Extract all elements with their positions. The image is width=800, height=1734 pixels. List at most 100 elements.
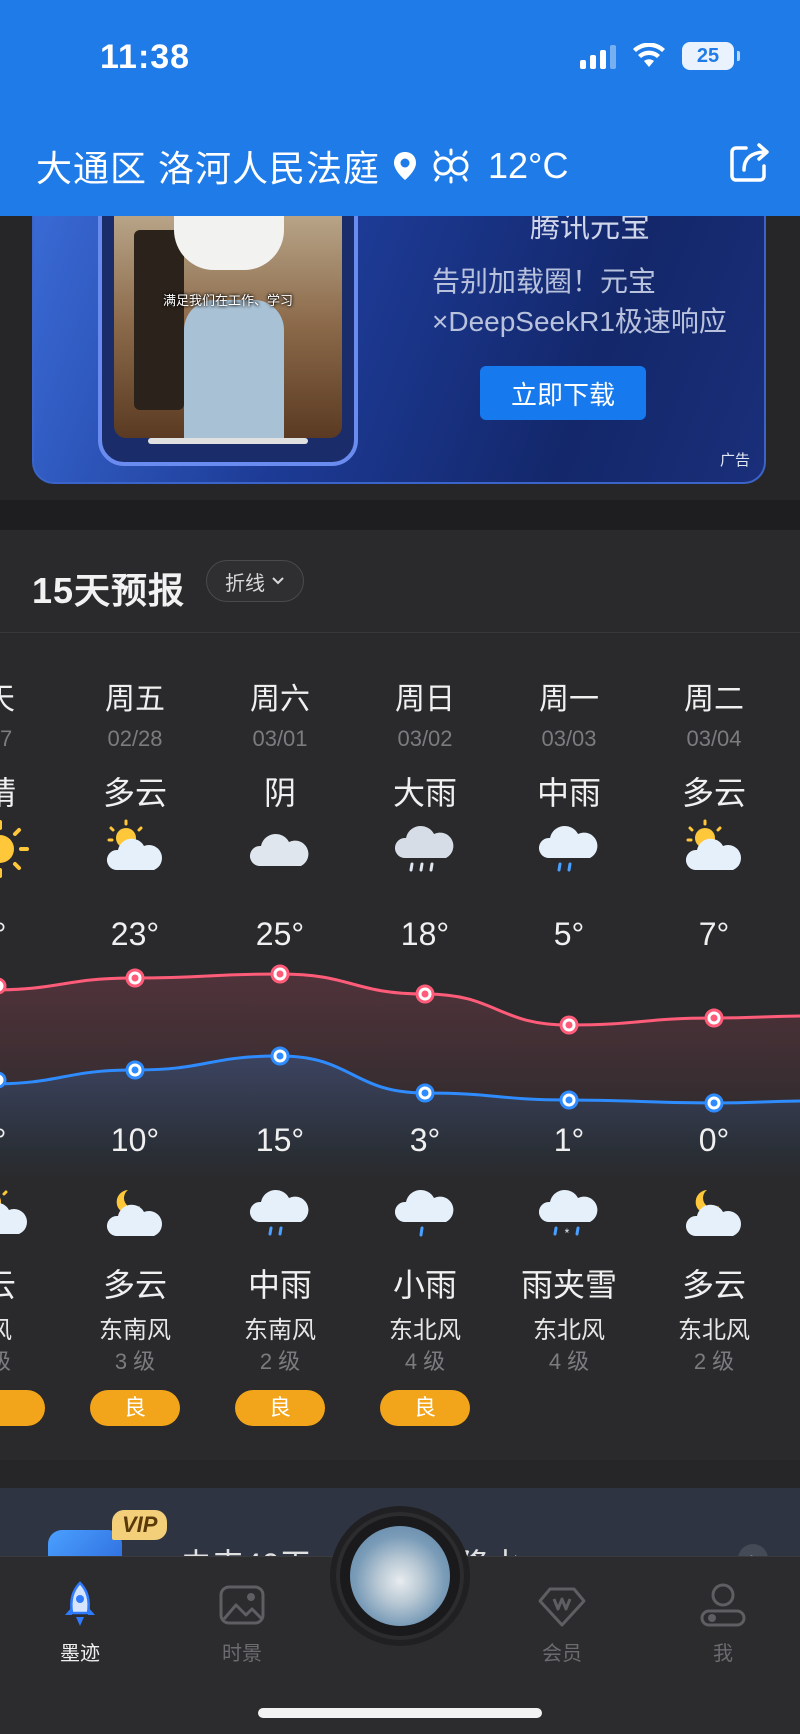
vip-badge: VIP	[112, 1510, 168, 1540]
forecast-section: 15天预报 折线 天 27 晴 ° °	[0, 530, 800, 1460]
ad-banner[interactable]: 满足我们在工作、学习 腾讯元宝 告别加载圈！元宝 ×DeepSeekR1极速响应…	[32, 196, 766, 484]
wind-direction: 东北风	[389, 1317, 461, 1344]
day-condition: 晴	[0, 768, 65, 814]
date: 02/28	[107, 726, 163, 751]
high-temp: 25°	[255, 916, 305, 952]
low-temp: 3°	[409, 1122, 441, 1158]
location-bar[interactable]: 大通区 洛河人民法庭 12°C	[36, 140, 568, 192]
ad-description: 告别加载圈！元宝 ×DeepSeekR1极速响应	[432, 266, 727, 337]
date: 03/01	[252, 726, 308, 751]
ad-video-thumbnail[interactable]: 满足我们在工作、学习	[98, 196, 358, 466]
aqi-badge[interactable]: 良	[380, 1390, 470, 1426]
aqi-badge[interactable]	[0, 1390, 45, 1426]
sky-thumbnail-icon	[350, 1526, 450, 1626]
vip-diamond-icon	[538, 1587, 586, 1627]
weekday: 周六	[250, 683, 310, 716]
tab-me[interactable]: 我	[673, 1579, 773, 1666]
partly-cloudy-icon	[106, 819, 162, 870]
aqi-badge[interactable]: 良	[90, 1390, 180, 1426]
day-condition: 大雨	[392, 775, 457, 811]
wind-level: 2 级	[693, 1349, 735, 1374]
weekday: 周五	[105, 683, 165, 716]
cloudy-icon	[249, 833, 309, 866]
aqi-badge[interactable]: 良	[235, 1390, 325, 1426]
svg-text:*: *	[565, 1226, 570, 1240]
partly-cloudy-night-icon	[106, 1190, 162, 1236]
weekday: 天	[0, 674, 65, 718]
weather-app-screen: 11:38 25 大通区 洛河人民法庭 12°C 满足我们在工作、学习 腾讯元宝…	[0, 0, 800, 1734]
night-condition: 多云	[681, 1267, 746, 1303]
day-condition: 多云	[102, 775, 167, 811]
date: 03/02	[397, 726, 453, 751]
day-condition: 中雨	[536, 775, 601, 811]
high-temp: 23°	[110, 916, 160, 952]
hazy-sun-icon	[433, 148, 469, 184]
tab-scenery[interactable]: 时景	[192, 1579, 292, 1666]
battery-icon: 25	[682, 42, 740, 70]
share-icon[interactable]	[728, 140, 772, 184]
wind-direction: 东北风	[678, 1317, 750, 1344]
high-temp: °	[0, 916, 65, 953]
forecast-day[interactable]: 周一 03/03 中雨 5° 1° * 雨夹雪 东北风 4 级	[504, 530, 634, 1460]
profile-icon	[700, 1583, 746, 1627]
night-condition: 云	[0, 1260, 65, 1306]
low-temp: 1°	[553, 1122, 585, 1158]
sleet-icon: *	[538, 1189, 598, 1240]
tab-moji[interactable]: 墨迹	[30, 1579, 130, 1666]
high-temp: 18°	[400, 916, 450, 952]
status-icons: 25	[580, 42, 740, 70]
high-temp: 5°	[553, 916, 585, 952]
wind-level: 3 级	[114, 1349, 156, 1374]
day-condition: 阴	[263, 775, 296, 811]
status-time: 11:38	[100, 38, 191, 76]
forecast-day[interactable]: 周二 03/04 多云 7° 0° 多云 东北风 2 级	[649, 530, 779, 1460]
wind-level: 4 级	[404, 1349, 446, 1374]
high-temp: 7°	[698, 916, 730, 952]
low-temp: 0°	[698, 1122, 730, 1158]
heavy-rain-icon	[394, 825, 454, 872]
home-indicator	[258, 1708, 542, 1718]
rain-icon	[249, 1189, 309, 1236]
top-header: 11:38 25 大通区 洛河人民法庭 12°C	[0, 0, 800, 216]
forecast-day[interactable]: 周六 03/01 阴 25° 15° 中雨 东南风 2 级 良	[215, 530, 345, 1460]
date: 27	[0, 726, 13, 751]
low-temp: 10°	[110, 1122, 160, 1158]
ad-tag: 广告	[719, 452, 750, 469]
day-condition: 多云	[681, 775, 746, 811]
night-condition: 小雨	[392, 1267, 457, 1303]
wind-level: 2 级	[259, 1349, 301, 1374]
cellular-signal-icon	[580, 43, 616, 69]
ad-video-progress	[148, 438, 308, 444]
forecast-day[interactable]: 周五 02/28 多云 23° 10° 多云 东南风 3 级 良	[70, 530, 200, 1460]
ad-video-caption: 满足我们在工作、学习	[162, 293, 293, 308]
current-temperature: 12°C	[488, 145, 569, 186]
rain-icon	[538, 825, 598, 872]
weekday: 周日	[395, 683, 455, 716]
wind-direction: 风	[0, 1310, 65, 1345]
night-condition: 中雨	[247, 1267, 312, 1303]
download-button[interactable]: 立即下载	[480, 366, 646, 420]
weekday: 周一	[539, 683, 599, 716]
light-rain-icon	[394, 1189, 454, 1237]
wind-direction: 东南风	[99, 1317, 171, 1344]
wind-level: 级	[0, 1344, 65, 1376]
wind-level: 4 级	[548, 1349, 590, 1374]
rocket-icon	[65, 1581, 95, 1626]
date: 03/04	[686, 726, 742, 751]
partly-cloudy-icon	[0, 1190, 27, 1234]
low-temp: °	[0, 1122, 65, 1159]
photo-icon	[219, 1585, 265, 1625]
wifi-icon	[633, 43, 665, 67]
partly-cloudy-icon	[685, 819, 741, 870]
date: 03/03	[541, 726, 597, 751]
section-divider	[0, 500, 800, 530]
tab-membership[interactable]: 会员	[512, 1579, 612, 1666]
partly-cloudy-night-icon	[685, 1190, 741, 1236]
forecast-day[interactable]: 周日 03/02 大雨 18° 3° 小雨 东北风 4 级 良	[360, 530, 490, 1460]
location-name[interactable]: 大通区 洛河人民法庭	[36, 140, 380, 192]
low-temp: 15°	[255, 1122, 305, 1158]
center-weather-button[interactable]	[336, 1512, 464, 1640]
sun-icon	[0, 820, 29, 878]
night-condition: 雨夹雪	[520, 1267, 617, 1303]
forecast-day[interactable]: 天 27 晴 ° ° 云 风 级	[0, 530, 65, 1460]
